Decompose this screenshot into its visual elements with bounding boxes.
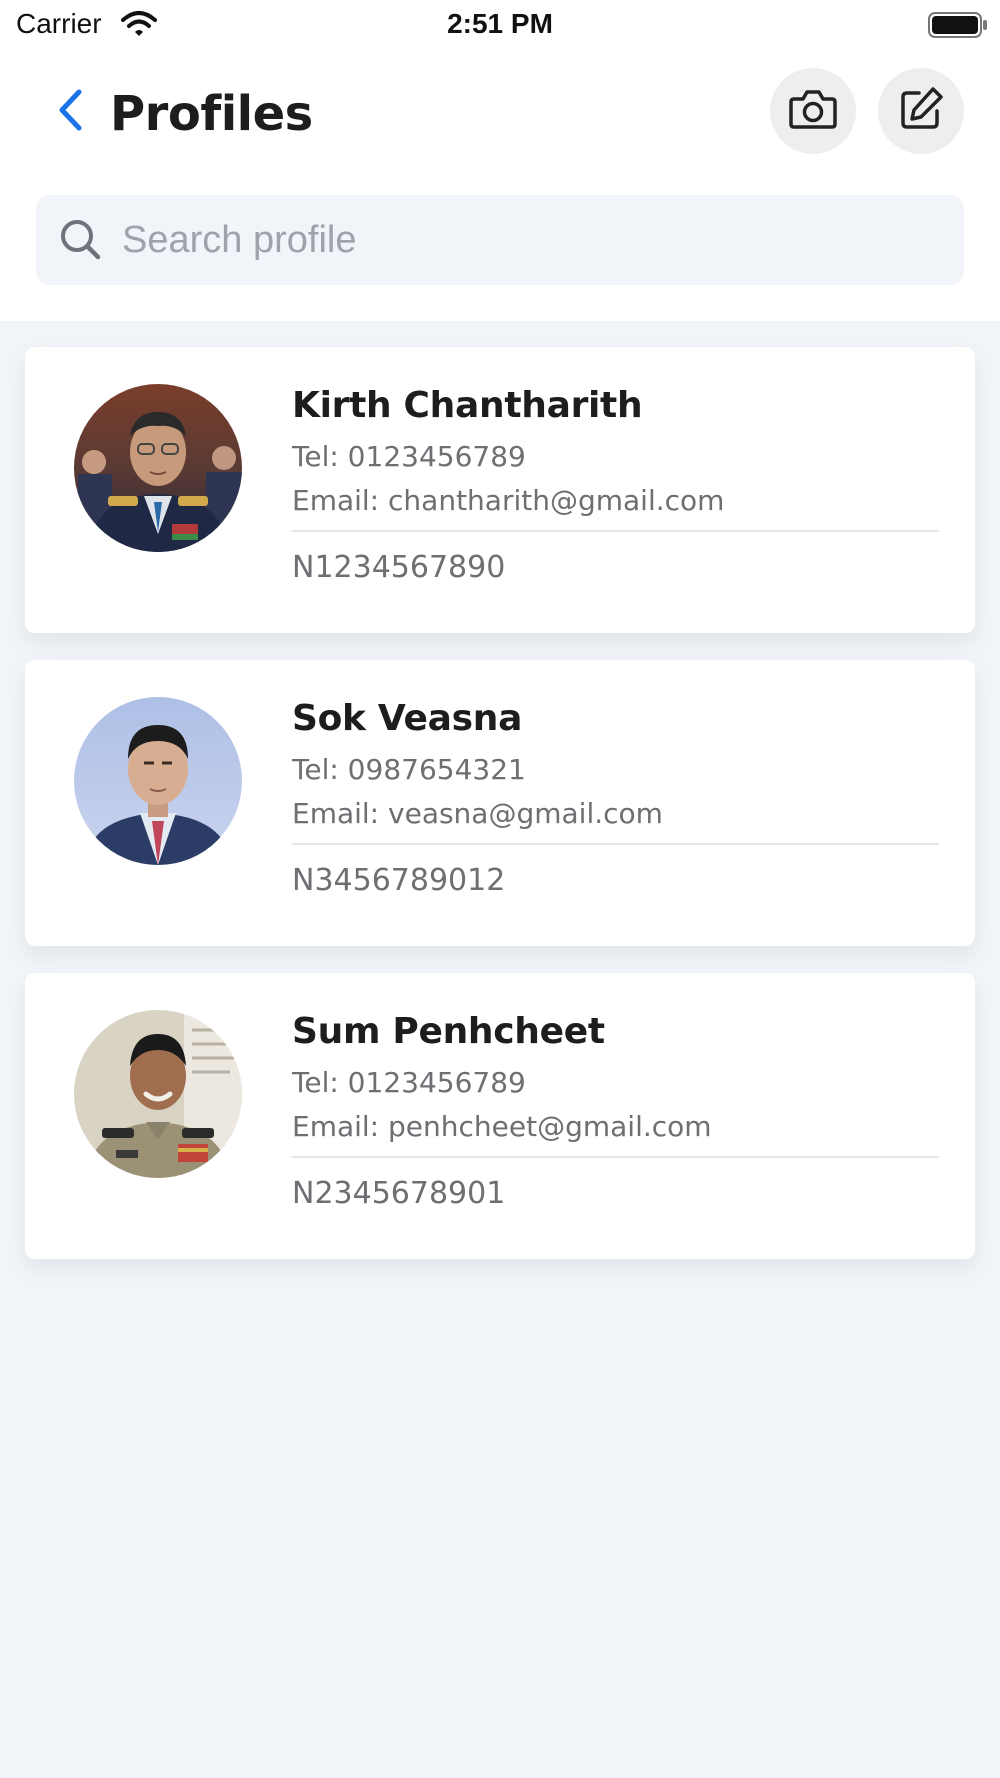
profile-tel: Tel: 0987654321 xyxy=(292,753,526,786)
edit-button[interactable] xyxy=(878,68,964,154)
profile-info: Sok Veasna Tel: 0987654321 Email: veasna… xyxy=(292,694,942,903)
profile-tel: Tel: 0123456789 xyxy=(292,440,526,473)
profile-card[interactable]: Kirth Chantharith Tel: 0123456789 Email:… xyxy=(25,347,975,633)
profile-name: Sum Penhcheet xyxy=(292,1011,605,1052)
search-bar[interactable] xyxy=(36,195,964,285)
divider xyxy=(292,530,939,532)
profile-tel: Tel: 0123456789 xyxy=(292,1066,526,1099)
battery-icon xyxy=(928,12,988,38)
profile-id-number: N3456789012 xyxy=(292,863,506,898)
profile-list: Kirth Chantharith Tel: 0123456789 Email:… xyxy=(25,347,975,1286)
status-bar: Carrier 2:51 PM xyxy=(0,0,1000,52)
search-input[interactable] xyxy=(122,218,922,262)
profile-email: Email: veasna@gmail.com xyxy=(292,797,663,830)
profile-email: Email: chantharith@gmail.com xyxy=(292,484,725,517)
profile-email: Email: penhcheet@gmail.com xyxy=(292,1110,712,1143)
profile-id-number: N1234567890 xyxy=(292,550,506,585)
profile-name: Kirth Chantharith xyxy=(292,385,643,426)
camera-icon xyxy=(788,87,838,136)
camera-button[interactable] xyxy=(770,68,856,154)
edit-icon xyxy=(897,85,945,138)
divider xyxy=(292,1156,939,1158)
page-title: Profiles xyxy=(110,86,313,142)
profile-id-number: N2345678901 xyxy=(292,1176,506,1211)
divider xyxy=(292,843,939,845)
avatar xyxy=(74,697,242,865)
back-button[interactable] xyxy=(48,84,92,140)
search-icon xyxy=(58,217,104,263)
profile-card[interactable]: Sok Veasna Tel: 0987654321 Email: veasna… xyxy=(25,660,975,946)
profile-info: Sum Penhcheet Tel: 0123456789 Email: pen… xyxy=(292,1007,942,1216)
profile-name: Sok Veasna xyxy=(292,698,523,739)
profile-card[interactable]: Sum Penhcheet Tel: 0123456789 Email: pen… xyxy=(25,973,975,1259)
avatar xyxy=(74,1010,242,1178)
chevron-left-icon xyxy=(57,88,83,137)
profile-info: Kirth Chantharith Tel: 0123456789 Email:… xyxy=(292,381,942,590)
avatar xyxy=(74,384,242,552)
clock: 2:51 PM xyxy=(447,8,553,39)
